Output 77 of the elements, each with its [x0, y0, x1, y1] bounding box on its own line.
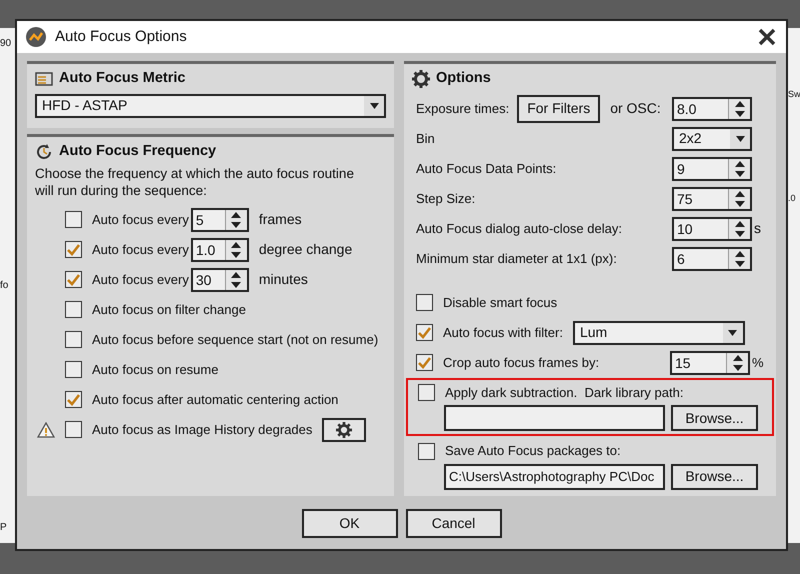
checkbox[interactable] [416, 324, 433, 342]
field-label: Auto Focus Data Points: [416, 160, 556, 178]
checkbox[interactable] [65, 271, 82, 288]
checkbox-label: Auto focus every [92, 210, 189, 229]
checkbox[interactable] [65, 421, 82, 438]
path-field[interactable] [444, 405, 665, 432]
gear-icon [336, 422, 352, 438]
caret-icon [736, 136, 744, 142]
caret-icon [370, 102, 378, 109]
checkbox-label: Auto focus on resume [92, 360, 218, 379]
checkbox[interactable] [65, 361, 82, 378]
spin-box[interactable]: 10 [672, 216, 752, 241]
checkbox[interactable] [65, 391, 82, 408]
checkbox-label: Auto focus with filter: [443, 324, 563, 342]
button[interactable]: Browse... [671, 405, 758, 432]
checkbox-label: Auto focus as Image History degrades [92, 420, 312, 439]
unit-label: % [752, 354, 764, 372]
dropdown[interactable]: 2x2 [672, 126, 752, 151]
unit-label: frames [258, 210, 302, 229]
unit-label: s [753, 219, 762, 238]
background-text: .0 [788, 192, 797, 204]
button[interactable]: Browse... [671, 464, 758, 490]
field-label: Step Size: [416, 190, 476, 208]
background-text: P [0, 521, 8, 535]
warning-icon [37, 422, 55, 438]
checkbox[interactable] [418, 384, 435, 401]
spin-box[interactable]: 8.0 [672, 96, 752, 121]
field-label: or OSC: [610, 99, 661, 118]
field-label: Auto Focus dialog auto-close delay: [416, 220, 622, 238]
background-text: 90 [0, 37, 12, 51]
checkbox-label: Apply dark subtraction. Dark library path: [445, 384, 684, 402]
checkbox[interactable] [65, 211, 82, 228]
checkbox[interactable] [416, 354, 433, 372]
checkbox-label: Auto focus after automatic centering action [92, 390, 338, 409]
field-label: Bin [416, 130, 435, 148]
button[interactable]: Cancel [406, 509, 502, 538]
section-title: Auto Focus Frequency [59, 142, 216, 161]
app-icon [25, 26, 47, 48]
background-text: fo [0, 279, 10, 293]
checkbox-label: Auto focus before sequence start (not on resume) [92, 330, 378, 349]
checkbox-label: Crop auto focus frames by: [443, 354, 600, 372]
metric-dropdown[interactable]: HFD - ASTAP [35, 94, 386, 118]
section-title: Auto Focus Metric [59, 69, 186, 88]
unit-label: minutes [258, 270, 308, 289]
checkbox-label: Disable smart focus [443, 294, 558, 312]
settings-button[interactable] [322, 418, 366, 442]
checkbox-label: Save Auto Focus packages to: [445, 442, 621, 460]
checkbox-label: Auto focus every [92, 240, 189, 259]
checkbox[interactable] [418, 442, 435, 460]
checkbox-label: Auto focus on filter change [92, 300, 246, 319]
list-icon [35, 72, 53, 86]
spin-box[interactable]: 30 [190, 268, 249, 292]
spin-box[interactable]: 6 [672, 246, 752, 271]
caret-icon [728, 330, 738, 336]
spin-box[interactable]: 1.0 [190, 238, 249, 262]
checkbox[interactable] [416, 294, 433, 312]
clock-icon [35, 142, 53, 161]
spin-box[interactable]: 5 [190, 208, 249, 232]
field-label: Exposure times: [416, 100, 510, 118]
button[interactable]: For Filters [517, 94, 600, 123]
section-title: Options [436, 69, 491, 88]
checkbox[interactable] [65, 301, 82, 318]
close-icon[interactable] [758, 28, 776, 46]
description-text: Choose the frequency at which the auto focus routine will run during the sequence: [35, 164, 355, 198]
checkbox[interactable] [65, 241, 82, 258]
field-label: Minimum star diameter at 1x1 (px): [416, 250, 617, 268]
gear-icon [412, 70, 430, 88]
dropdown[interactable]: Lum [572, 320, 745, 345]
button[interactable]: OK [302, 509, 398, 538]
spin-box[interactable]: 75 [672, 186, 752, 211]
window-title: Auto Focus Options [55, 26, 187, 47]
spin-box[interactable]: 9 [672, 156, 752, 181]
spin-box[interactable]: 15 [670, 350, 750, 375]
unit-label: degree change [258, 240, 352, 259]
checkbox[interactable] [65, 331, 82, 348]
checkbox-label: Auto focus every [92, 270, 189, 289]
path-field[interactable]: C:\Users\Astrophotography PC\Doc [444, 464, 665, 490]
